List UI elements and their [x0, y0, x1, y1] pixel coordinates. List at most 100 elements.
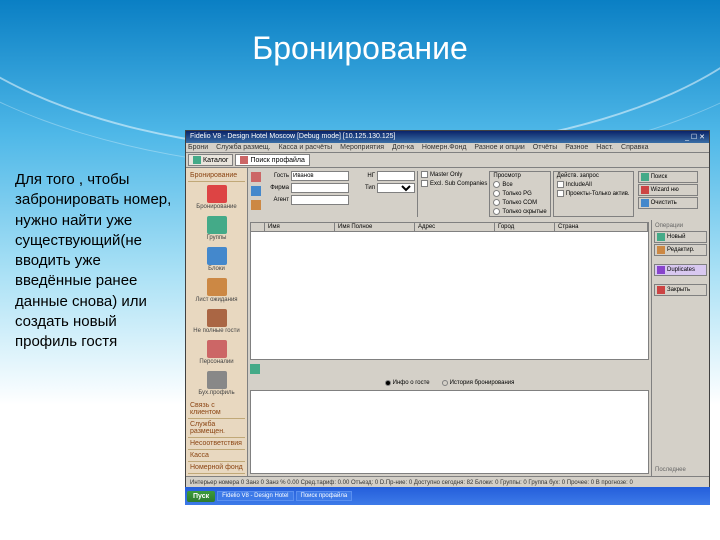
- col-country[interactable]: Страна: [555, 223, 648, 231]
- sidebar-item-groups[interactable]: Группы: [188, 213, 245, 244]
- new-button[interactable]: Новый: [654, 231, 707, 243]
- col-fullname[interactable]: Имя Полное: [335, 223, 415, 231]
- radio-icon: [385, 380, 391, 386]
- ng-label: НГ: [351, 173, 375, 179]
- taskbar: Пуск Fidelio V8 - Design Hotel Поиск про…: [185, 487, 710, 505]
- recent-header: Последнее: [654, 466, 707, 474]
- col-address[interactable]: Адрес: [415, 223, 495, 231]
- master-only-check[interactable]: Master Only: [421, 171, 487, 178]
- window-controls[interactable]: _ ☐ ✕: [685, 133, 705, 141]
- guest-label: Гость: [265, 173, 289, 179]
- menu-item[interactable]: Наст.: [596, 144, 613, 151]
- results-grid[interactable]: Имя Имя Полное Адрес Город Страна: [250, 222, 649, 360]
- search-panel: Гость Фирма Агент НГ Тип Master Only Exc…: [248, 168, 709, 220]
- ops-header: Операции: [654, 222, 707, 230]
- col-city[interactable]: Город: [495, 223, 555, 231]
- include-all-check[interactable]: IncludeAll: [557, 181, 630, 188]
- blocks-icon: [207, 247, 227, 265]
- edit-button[interactable]: Редактир.: [654, 244, 707, 256]
- sidebar-section[interactable]: Касса: [188, 450, 245, 462]
- menu-item[interactable]: Справка: [621, 144, 648, 151]
- search-button[interactable]: Поиск: [638, 171, 698, 183]
- folder-icon: [193, 156, 201, 164]
- slide-title: Бронирование: [0, 0, 720, 67]
- sidebar-section[interactable]: Связь с клиентом: [188, 400, 245, 419]
- excl-sub-check[interactable]: Excl. Sub Companies: [421, 180, 487, 187]
- col-name[interactable]: Имя: [265, 223, 335, 231]
- person-icon: [207, 340, 227, 358]
- menu-item[interactable]: Служба размещ.: [216, 144, 271, 151]
- menu-item[interactable]: Доп-ка: [392, 144, 414, 151]
- sidebar-item-accounting[interactable]: Бух.профиль: [188, 368, 245, 399]
- sidebar-item-booking[interactable]: Бронирование: [188, 182, 245, 213]
- sidebar-item-incomplete[interactable]: Не полные гости: [188, 306, 245, 337]
- detail-grid[interactable]: [250, 390, 649, 474]
- menu-item[interactable]: Касса и расчёты: [279, 144, 333, 151]
- clear-button[interactable]: Очистить: [638, 197, 698, 209]
- waitlist-icon: [207, 278, 227, 296]
- menubar[interactable]: Брони Служба размещ. Касса и расчёты Мер…: [186, 143, 709, 153]
- radio-pg[interactable]: Только PG: [493, 190, 546, 197]
- view-group-title: Просмотр: [493, 173, 546, 179]
- duplicates-button[interactable]: Duplicates: [654, 264, 707, 276]
- new-icon: [657, 233, 665, 241]
- titlebar: Fidelio V8 - Design Hotel Moscow [Debug …: [186, 131, 709, 143]
- ng-input[interactable]: [377, 171, 415, 181]
- firm-icon: [251, 186, 261, 196]
- type-select[interactable]: [377, 183, 415, 193]
- menu-item[interactable]: Разное: [565, 144, 588, 151]
- active-only-check[interactable]: Проекты-Только актив.: [557, 190, 630, 197]
- menu-item[interactable]: Отчёты: [533, 144, 557, 151]
- sidebar-item-persons[interactable]: Персоналии: [188, 337, 245, 368]
- app-window: Fidelio V8 - Design Hotel Moscow [Debug …: [185, 130, 710, 500]
- guest-icon: [251, 172, 261, 182]
- menu-item[interactable]: Мероприятия: [340, 144, 384, 151]
- radio-hidden[interactable]: Только скрытые: [493, 208, 546, 215]
- sidebar-section[interactable]: Служба размещен.: [188, 419, 245, 438]
- sidebar: Бронирование Бронирование Группы Блоки Л…: [186, 168, 248, 476]
- firm-input[interactable]: [291, 183, 349, 193]
- start-button[interactable]: Пуск: [187, 491, 215, 502]
- incomplete-icon: [207, 309, 227, 327]
- tab-catalog[interactable]: Каталог: [188, 154, 233, 166]
- right-buttons: Операции Новый Редактир. Duplicates Закр…: [651, 220, 709, 476]
- radio-all[interactable]: Все: [493, 181, 546, 188]
- status-stats: Интерьер номера 0 Занз 0 Занз % 0.00 Сре…: [188, 479, 707, 487]
- menu-item[interactable]: Номерн.Фонд: [422, 144, 467, 151]
- taskbar-app[interactable]: Fidelio V8 - Design Hotel: [217, 491, 293, 501]
- edit-icon: [657, 246, 665, 254]
- firm-label: Фирма: [265, 185, 289, 191]
- sidebar-section[interactable]: Номерной фонд: [188, 462, 245, 474]
- type-label: Тип: [351, 185, 375, 191]
- dup-icon: [657, 266, 665, 274]
- agent-input[interactable]: [291, 195, 349, 205]
- sidebar-section[interactable]: Несоответствия: [188, 438, 245, 450]
- search-icon: [641, 173, 649, 181]
- menu-item[interactable]: Разное и опции: [474, 144, 524, 151]
- clear-icon: [641, 199, 649, 207]
- agent-icon: [251, 200, 261, 210]
- subtab-booking-history[interactable]: История бронирования: [438, 379, 519, 387]
- doc-tabs: Каталог Поиск профайла: [186, 153, 709, 168]
- taskbar-app[interactable]: Поиск профайла: [296, 491, 353, 501]
- person-icon: [240, 156, 248, 164]
- wizard-button[interactable]: Wizard ню: [638, 184, 698, 196]
- radio-com[interactable]: Только COM: [493, 199, 546, 206]
- count-icon: [250, 364, 260, 374]
- wizard-icon: [641, 186, 649, 194]
- subtab-guest-info[interactable]: Инфо о госте: [381, 379, 434, 387]
- grid-body[interactable]: [251, 232, 648, 359]
- groups-icon: [207, 216, 227, 234]
- query-group-title: Действ. запрос: [557, 173, 630, 179]
- sidebar-item-waitlist[interactable]: Лист ожидания: [188, 275, 245, 306]
- guest-input[interactable]: [291, 171, 349, 181]
- accounting-icon: [207, 371, 227, 389]
- sidebar-item-blocks[interactable]: Блоки: [188, 244, 245, 275]
- sidebar-header: Бронирование: [188, 170, 245, 182]
- slide-description: Для того , чтобы забронировать номер, ну…: [15, 170, 180, 352]
- close-button[interactable]: Закрыть: [654, 284, 707, 296]
- menu-item[interactable]: Брони: [188, 144, 208, 151]
- tab-profile-search[interactable]: Поиск профайла: [235, 154, 309, 166]
- radio-icon: [442, 380, 448, 386]
- booking-icon: [207, 185, 227, 203]
